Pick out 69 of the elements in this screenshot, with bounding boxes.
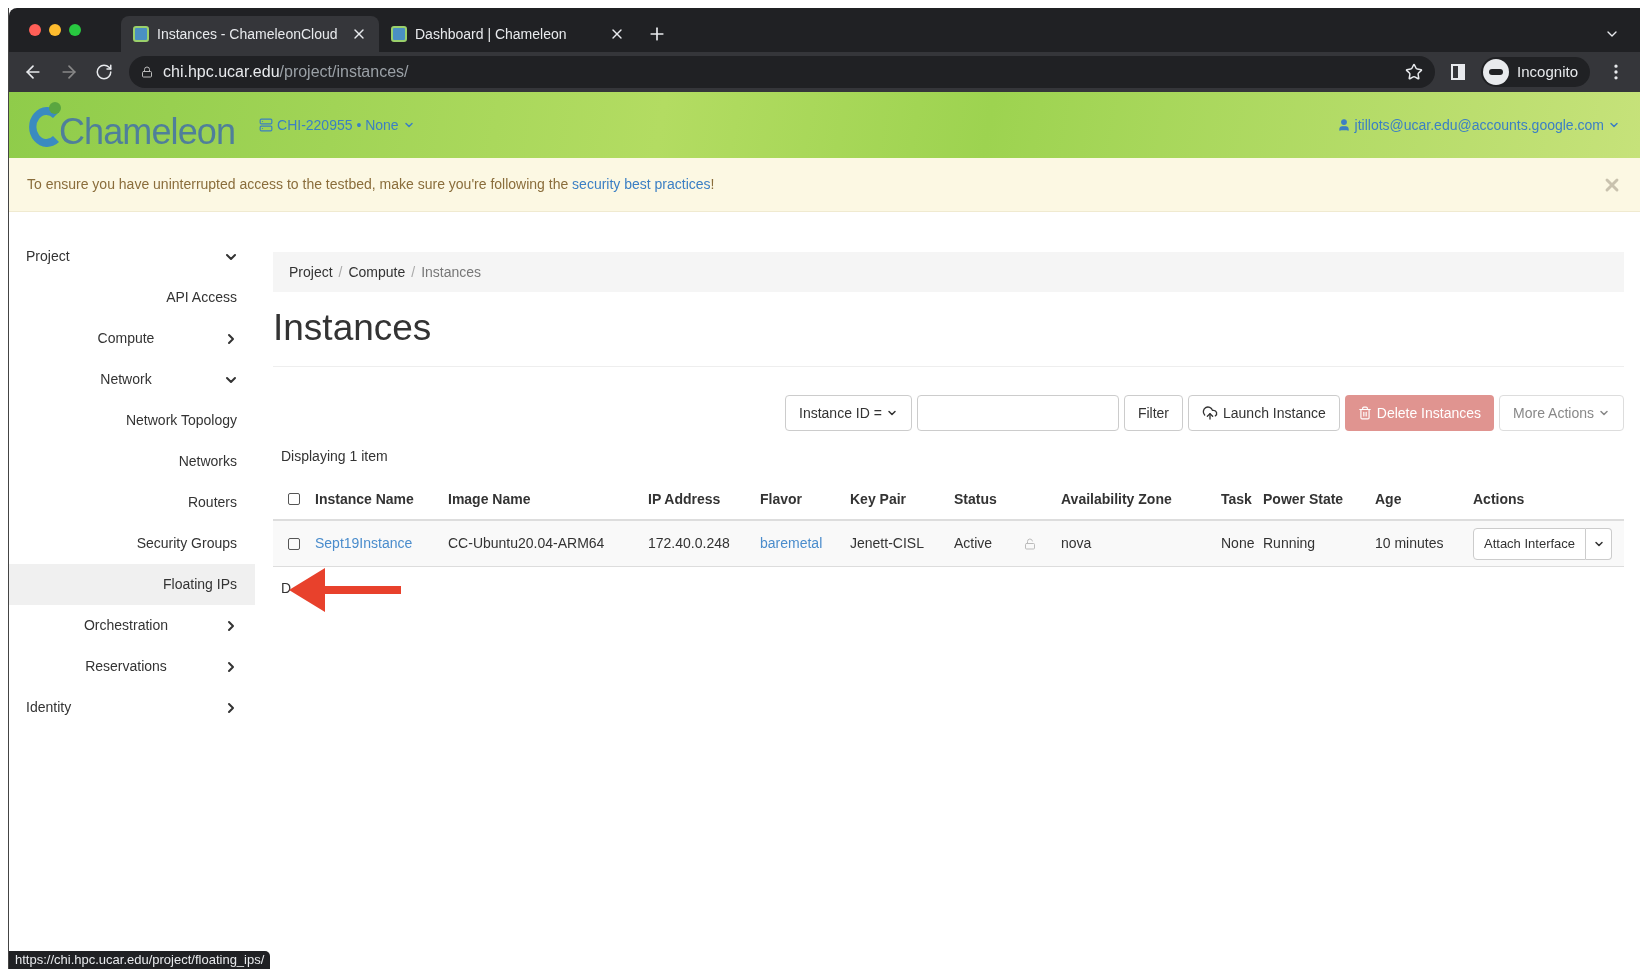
incognito-profile-button[interactable]: Incognito [1481,57,1590,87]
sidebar-item[interactable]: Networks [9,441,255,482]
table-cell-text: Jenett-CISL [850,534,925,553]
security-link[interactable]: security best practices [572,176,711,192]
table-cell-text: 172.40.0.248 [648,534,731,553]
browser-tab[interactable]: Dashboard | Chameleon [379,16,637,52]
filter-button[interactable]: Filter [1123,395,1183,431]
page-title: Instances [273,306,433,350]
breadcrumb-current-page: Instances [421,262,482,282]
breadcrumb-separator: / [410,262,417,282]
url-text: chi.hpc.ucar.edu/project/instances/ [163,62,409,82]
sidebar-item[interactable]: Security Groups [9,523,255,564]
filter-input[interactable] [916,395,1119,431]
incognito-icon [1483,59,1510,85]
breadcrumb-link[interactable]: Compute [348,261,406,283]
column-header[interactable]: Task [1221,488,1263,510]
status-url-tooltip: https://chi.hpc.ucar.edu/project/floating_ips/ [9,951,271,969]
column-header[interactable]: Age [1375,488,1473,510]
sidebar-item[interactable]: Compute [9,318,265,359]
favicon-icon [133,26,149,42]
item-count: Displaying 1 item [281,447,389,466]
column-header[interactable]: Availability Zone [1061,488,1221,510]
close-window-icon[interactable] [29,24,41,36]
cloud-upload-icon [1202,405,1218,421]
alert-text: To ensure you have uninterrupted access to the testbed, make sure you're following the security best practices! [27,175,716,194]
maximize-window-icon[interactable] [69,24,81,36]
favicon-icon [391,26,407,42]
sidebar-item[interactable]: Network Topology [9,400,255,441]
item-count: D [281,579,292,598]
sidebar-item[interactable]: Floating IPs [9,564,255,605]
sidebar-item[interactable]: Project [9,236,265,277]
side-panel-icon[interactable] [1451,64,1466,80]
column-header[interactable]: Image Name [448,488,648,510]
sidebar-item[interactable]: API Access [9,277,255,318]
sidebar-item[interactable]: Routers [9,482,255,523]
attach-interface-button[interactable]: Attach Interface [1473,527,1587,560]
trash-icon [1357,406,1372,420]
select-all-checkbox[interactable] [288,493,300,505]
column-header[interactable]: Status [954,488,1024,510]
user-icon [1336,118,1351,132]
column-header[interactable]: Key Pair [850,488,954,510]
minimize-window-icon[interactable] [49,24,61,36]
sidebar-item[interactable]: Network [9,359,265,400]
sidebar-item[interactable]: Reservations [9,646,265,687]
table-cell-text: nova [1061,534,1093,553]
column-header[interactable]: Actions [1473,488,1623,510]
column-header[interactable]: Instance Name [315,488,448,510]
column-header[interactable]: Power State [1263,488,1375,510]
breadcrumb-link[interactable]: Project [289,261,333,283]
table-cell-text: CC-Ubuntu20.04-ARM64 [448,534,606,553]
table-cell-text: 10 minutes [1375,534,1445,553]
table-cell-text: Active [954,534,994,553]
address-bar[interactable]: chi.hpc.ucar.edu/project/instances/ [129,56,1436,88]
filter-type-dropdown[interactable]: Instance ID = [785,395,912,431]
launch-instance-button[interactable]: Launch Instance [1188,395,1340,431]
lock-icon [141,66,153,78]
more-actions-button[interactable]: More Actions [1499,395,1624,431]
sidebar-item[interactable]: Identity [9,687,265,728]
row-checkbox[interactable] [288,537,300,550]
column-header[interactable]: IP Address [648,488,760,510]
sidebar-item[interactable]: Orchestration [9,605,265,646]
browser-tab[interactable]: Instances - ChameleonCloud [121,16,379,52]
column-header[interactable]: Flavor [760,488,850,510]
table-cell-text: None [1221,534,1256,553]
reload-icon[interactable] [95,63,113,81]
table-cell-text: Running [1263,534,1317,553]
breadcrumb-separator: / [337,262,344,282]
project-icon [259,118,273,132]
bookmark-star-icon[interactable] [1405,63,1424,81]
